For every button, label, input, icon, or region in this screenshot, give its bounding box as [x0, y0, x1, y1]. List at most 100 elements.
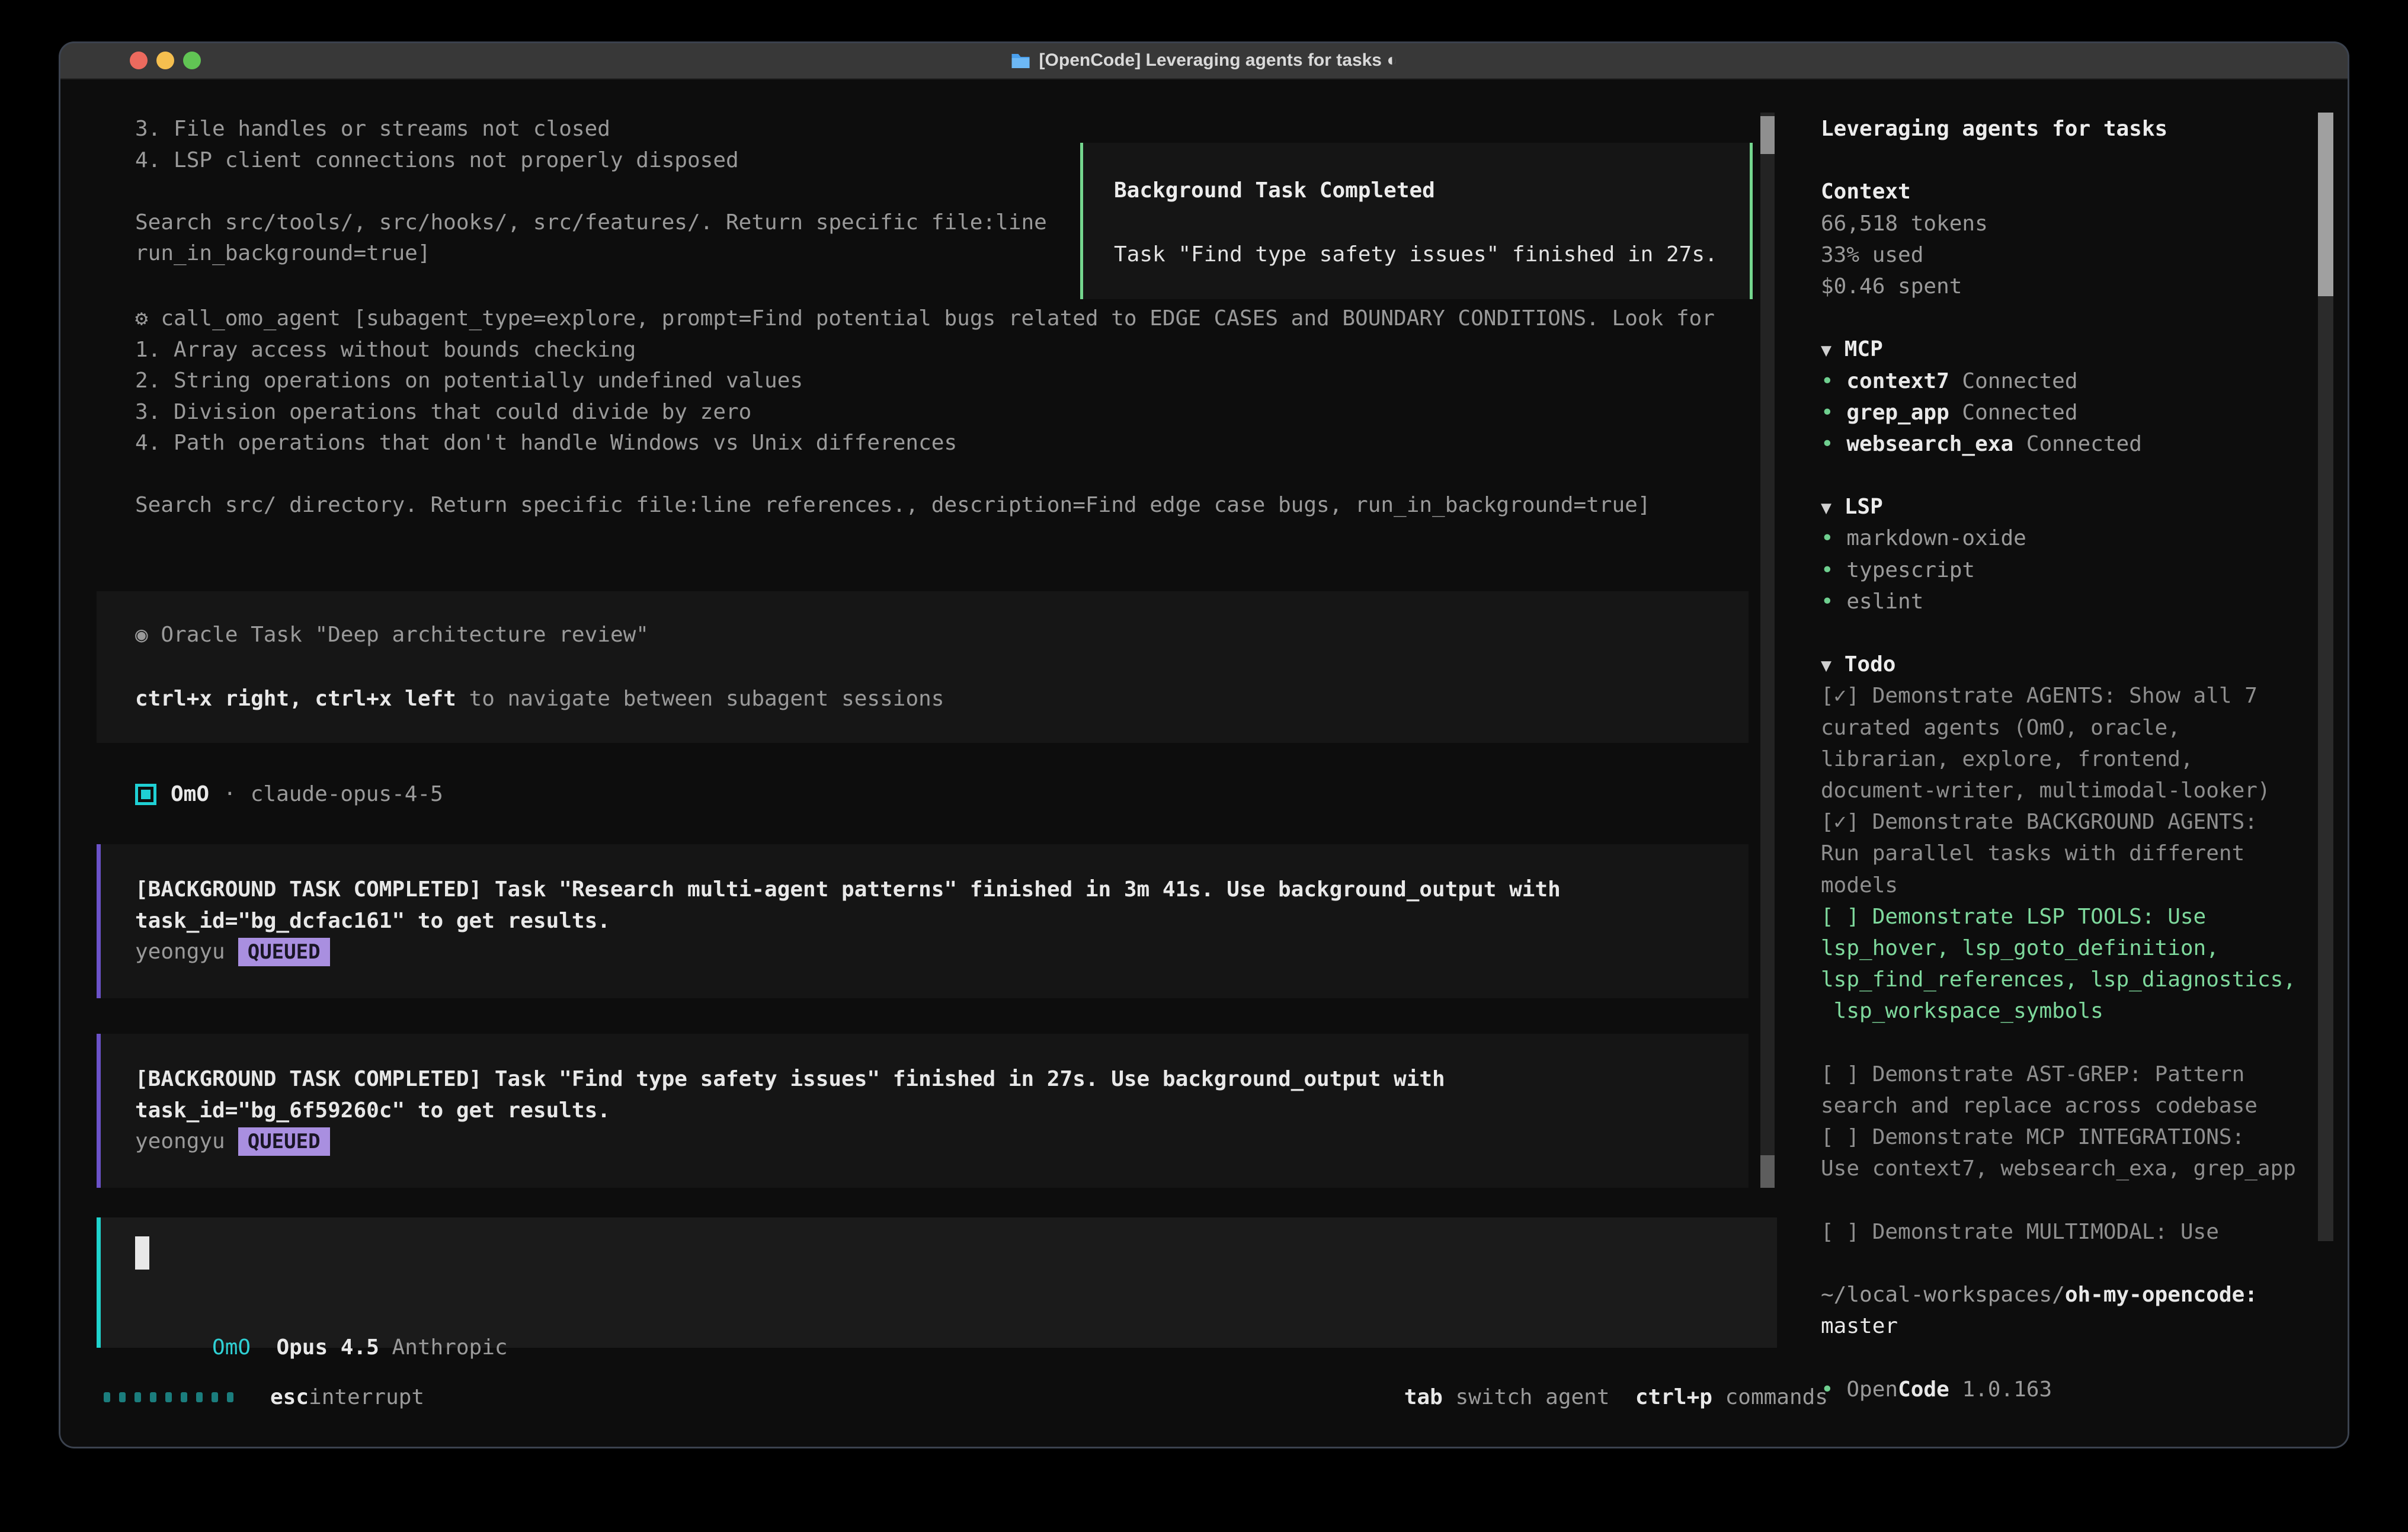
background-task-notification[interactable]: Background Task Completed Task "Find typ…: [1080, 143, 1753, 299]
context-used: 33% used: [1821, 239, 2313, 271]
input-model-name: Opus 4.5: [276, 1335, 379, 1360]
todo-section-header[interactable]: ▼ Todo: [1821, 649, 2313, 680]
opencode-version: • OpenCode 1.0.163: [1821, 1374, 2313, 1405]
tab-key-label: switch agent: [1443, 1385, 1610, 1409]
terminal-line: 3. File handles or streams not closed: [135, 114, 1047, 145]
status-right: tab switch agent ctrl+p commands: [1404, 1382, 1828, 1413]
tool-call-line: ⚙ call_omo_agent [subagent_type=explore,…: [135, 303, 1770, 335]
oracle-task-title: ◉ Oracle Task "Deep architecture review": [135, 619, 1749, 650]
todo-line: librarian, explore, frontend,: [1821, 743, 2313, 775]
window-title: [OpenCode] Leveraging agents for tasks ◐: [1039, 50, 1398, 70]
status-dot-icon: •: [1821, 400, 1846, 425]
status-badge: QUEUED: [238, 1127, 330, 1156]
todo-line: document-writer, multimodal-looker): [1821, 775, 2313, 806]
todo-line: [ ] Demonstrate MULTIMODAL: Use: [1821, 1216, 2313, 1248]
mcp-item: • websearch_exa Connected: [1821, 428, 2313, 460]
todo-line: Use context7, websearch_exa, grep_app: [1821, 1153, 2313, 1184]
task-card-line: [BACKGROUND TASK COMPLETED] Task "Find t…: [135, 1064, 1749, 1095]
tool-call-block: ⚙ call_omo_agent [subagent_type=explore,…: [135, 303, 1770, 521]
todo-line: [ ] Demonstrate MCP INTEGRATIONS:: [1821, 1121, 2313, 1153]
title-bar: [OpenCode] Leveraging agents for tasks ◐: [59, 41, 2349, 79]
todo-line: models: [1821, 870, 2313, 901]
input-model-line: OmO Opus 4.5 Anthropic: [135, 1311, 508, 1384]
input-agent-name: OmO: [212, 1335, 251, 1360]
main-scrollbar-thumb-top[interactable]: [1760, 116, 1775, 154]
agent-name: OmO: [171, 782, 209, 806]
todo-line: [✓] Demonstrate AGENTS: Show all 7: [1821, 680, 2313, 711]
chevron-down-icon: ▼: [1821, 340, 1831, 361]
status-badge: QUEUED: [238, 938, 330, 966]
terminal-line: run_in_background=true]: [135, 238, 1047, 270]
task-card-meta: yeongyu QUEUED: [135, 937, 1749, 968]
input-provider: Anthropic: [392, 1335, 508, 1360]
mcp-item: • grep_app Connected: [1821, 397, 2313, 428]
tab-key-hint: tab: [1404, 1385, 1443, 1409]
minimize-button[interactable]: [156, 52, 174, 69]
todo-line: curated agents (OmO, oracle,: [1821, 712, 2313, 743]
notification-title: Background Task Completed: [1114, 175, 1750, 206]
tool-call-item: 1. Array access without bounds checking: [135, 335, 1770, 366]
esc-key-hint: esc: [270, 1385, 309, 1409]
background-task-card[interactable]: [BACKGROUND TASK COMPLETED] Task "Find t…: [97, 1034, 1749, 1188]
todo-line: search and replace across codebase: [1821, 1090, 2313, 1121]
terminal-line: 4. LSP client connections not properly d…: [135, 145, 1047, 177]
workspace-branch: master: [1821, 1310, 2313, 1342]
todo-line-active: lsp_hover, lsp_goto_definition,: [1821, 932, 2313, 964]
status-dot-icon: •: [1821, 432, 1846, 456]
mcp-section-header[interactable]: ▼ MCP: [1821, 334, 2313, 365]
scrollback-top: 3. File handles or streams not closed 4.…: [135, 114, 1047, 270]
todo-line: [✓] Demonstrate BACKGROUND AGENTS:: [1821, 806, 2313, 838]
ctrlp-key-hint: ctrl+p: [1610, 1385, 1712, 1409]
context-heading: Context: [1821, 176, 2313, 207]
task-user: yeongyu: [135, 937, 225, 968]
oracle-task-hint: ctrl+x right, ctrl+x left to navigate be…: [135, 683, 1749, 714]
context-spent: $0.46 spent: [1821, 271, 2313, 302]
status-dot-icon: •: [1821, 526, 1846, 550]
notification-body: Task "Find type safety issues" finished …: [1114, 239, 1750, 270]
folder-icon: [1011, 52, 1031, 69]
tool-call-item: 4. Path operations that don't handle Win…: [135, 428, 1770, 459]
chevron-down-icon: ▼: [1821, 498, 1831, 518]
main-scrollbar-thumb-bottom[interactable]: [1760, 1155, 1775, 1188]
window-title-group: [OpenCode] Leveraging agents for tasks ◐: [1011, 41, 1398, 79]
task-user: yeongyu: [135, 1126, 225, 1158]
task-card-meta: yeongyu QUEUED: [135, 1126, 1749, 1158]
tool-call-tail: Search src/ directory. Return specific f…: [135, 490, 1770, 521]
todo-line-active: [ ] Demonstrate LSP TOOLS: Use: [1821, 901, 2313, 932]
lsp-item: • eslint: [1821, 586, 2313, 617]
context-tokens: 66,518 tokens: [1821, 208, 2313, 239]
sidebar-title: Leveraging agents for tasks: [1821, 113, 2313, 145]
main-scrollbar[interactable]: [1760, 113, 1775, 1188]
sidebar: Leveraging agents for tasks Context 66,5…: [1821, 113, 2313, 1405]
lsp-section-header[interactable]: ▼ LSP: [1821, 491, 2313, 523]
status-dot-icon: •: [1821, 369, 1846, 393]
tool-call-item: 2. String operations on potentially unde…: [135, 366, 1770, 397]
lsp-item: • typescript: [1821, 555, 2313, 586]
close-button[interactable]: [130, 52, 148, 69]
oracle-task-box[interactable]: ◉ Oracle Task "Deep architecture review"…: [97, 591, 1749, 743]
mcp-item: • context7 Connected: [1821, 366, 2313, 397]
chevron-down-icon: ▼: [1821, 655, 1831, 676]
todo-line: Run parallel tasks with different: [1821, 838, 2313, 869]
text-cursor: [135, 1236, 149, 1270]
terminal-line: Search src/tools/, src/hooks/, src/featu…: [135, 207, 1047, 239]
sidebar-scrollbar[interactable]: [2318, 113, 2333, 1241]
background-task-card[interactable]: [BACKGROUND TASK COMPLETED] Task "Resear…: [97, 844, 1749, 998]
sidebar-scrollbar-thumb[interactable]: [2318, 113, 2333, 296]
lsp-item: • markdown-oxide: [1821, 523, 2313, 554]
task-card-line: task_id="bg_6f59260c" to get results.: [135, 1095, 1749, 1127]
status-left: esc interrupt: [104, 1382, 424, 1413]
agent-model: claude-opus-4-5: [251, 782, 443, 806]
agent-header: OmO · claude-opus-4-5: [135, 778, 443, 810]
record-icon: ◉: [135, 623, 148, 647]
omo-agent-icon: [135, 784, 156, 805]
todo-line-active: lsp_workspace_symbols: [1821, 995, 2313, 1027]
workspace-path: ~/local-workspaces/oh-my-opencode:: [1821, 1279, 2313, 1310]
zoom-button[interactable]: [183, 52, 201, 69]
status-dot-icon: •: [1821, 558, 1846, 582]
gear-icon: ⚙: [135, 306, 148, 331]
prompt-input[interactable]: OmO Opus 4.5 Anthropic: [97, 1217, 1777, 1348]
status-dot-icon: •: [1821, 1377, 1846, 1402]
separator-dot: ·: [223, 782, 236, 806]
status-dot-icon: •: [1821, 589, 1846, 614]
